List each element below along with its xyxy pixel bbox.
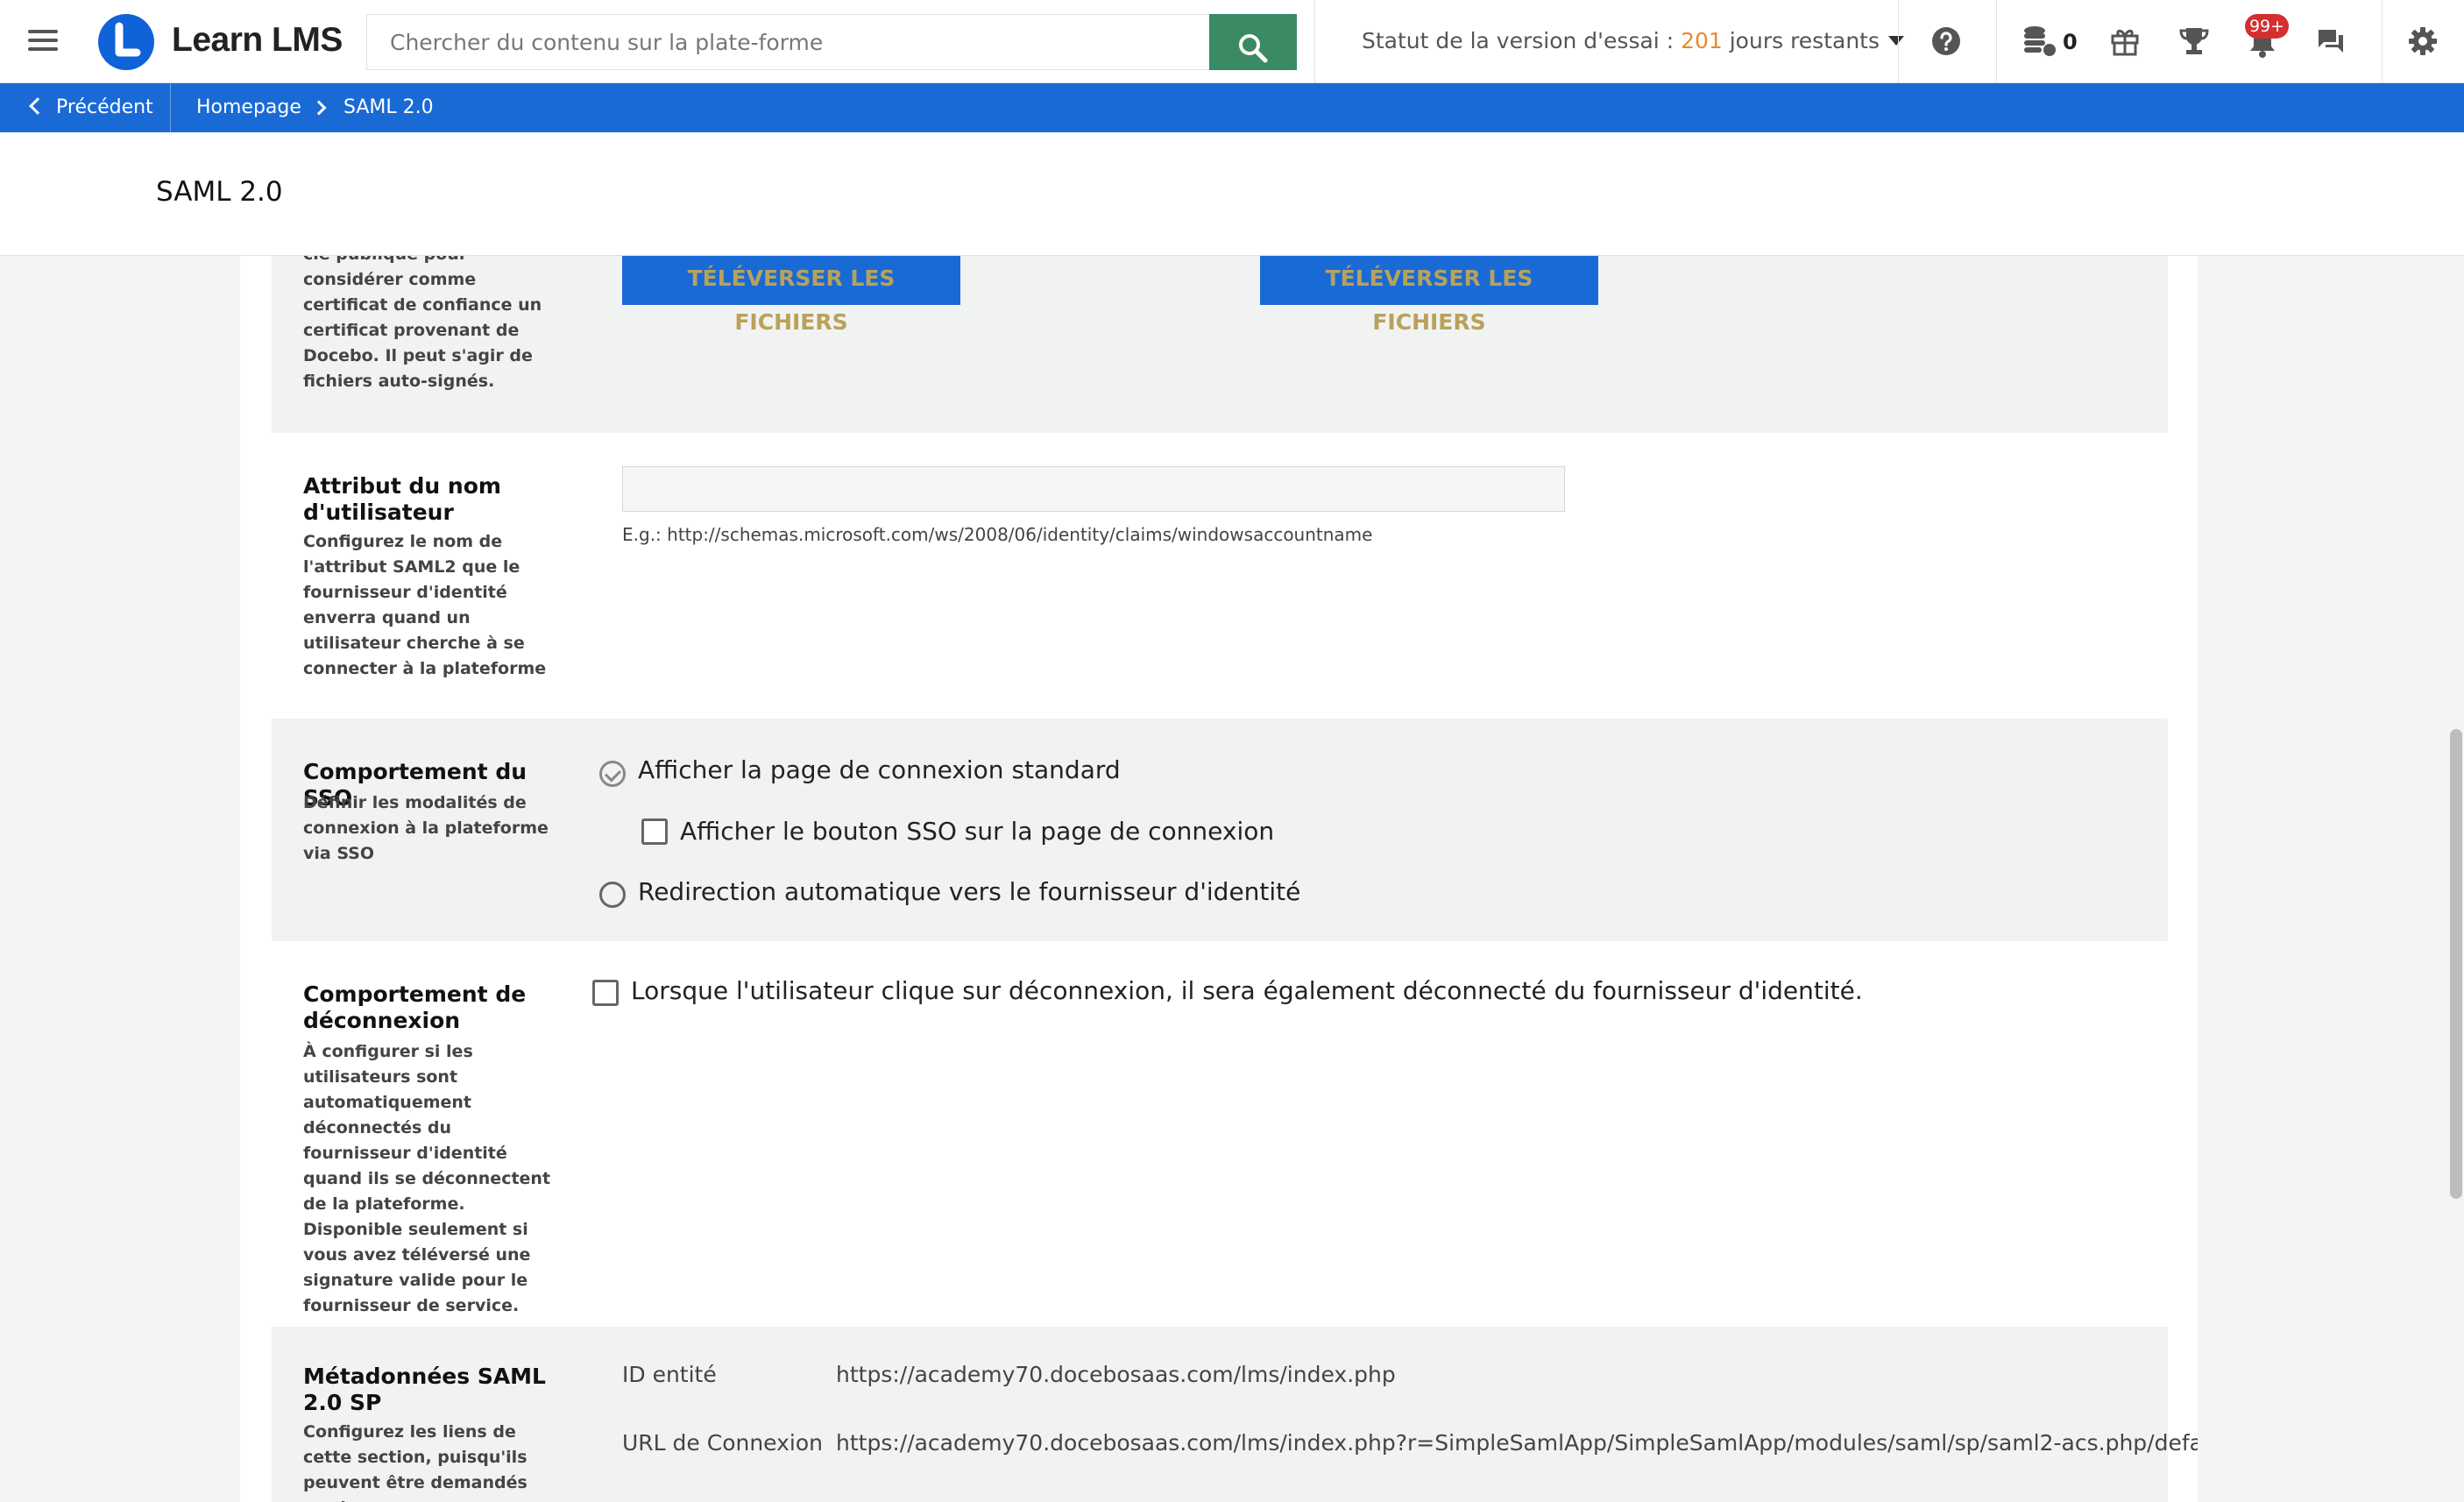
search-button[interactable]	[1209, 14, 1297, 70]
page-title: SAML 2.0	[156, 176, 283, 208]
option-auto-redirect-label[interactable]: Redirection automatique vers le fourniss…	[638, 877, 1300, 906]
upload-files-button[interactable]: TÉLÉVERSER LES FICHIERS	[622, 256, 960, 335]
gift-icon[interactable]	[2110, 26, 2140, 56]
radio-auto-redirect[interactable]	[599, 882, 626, 908]
trial-days: 201	[1681, 28, 1723, 53]
username-attribute-section: Attribut du nom d'utilisateur Configurez…	[272, 433, 2168, 719]
back-button[interactable]: Précédent	[29, 83, 153, 132]
top-header: Learn LMS Statut de la version d'essai :…	[0, 0, 2464, 83]
caret-down-icon	[1888, 36, 1904, 46]
logout-idp-label[interactable]: Lorsque l'utilisateur clique sur déconne…	[631, 976, 1863, 1005]
breadcrumb: Précédent Homepage SAML 2.0	[0, 83, 2464, 132]
option-standard-login-label[interactable]: Afficher la page de connexion standard	[638, 755, 1121, 784]
hamburger-icon[interactable]	[28, 25, 67, 58]
header-divider	[1314, 0, 1315, 82]
header-divider	[1898, 0, 1899, 82]
logo-icon[interactable]	[98, 14, 154, 70]
search-input[interactable]	[366, 14, 1209, 70]
trial-prefix: Statut de la version d'essai :	[1362, 28, 1682, 53]
trial-status[interactable]: Statut de la version d'essai : 201 jours…	[1362, 28, 1904, 53]
gear-icon[interactable]	[2408, 26, 2438, 56]
notifications-badge: 99+	[2245, 14, 2289, 39]
page-header: SAML 2.0	[0, 132, 2464, 256]
help-icon[interactable]	[1931, 26, 1961, 56]
coins-count: 0	[2063, 30, 2078, 54]
chevron-left-icon	[29, 97, 46, 115]
search-icon	[1239, 34, 1268, 63]
certificate-section: clé publique pour considérer comme certi…	[272, 256, 2168, 433]
header-divider	[1996, 0, 1997, 82]
username-attribute-description: Configurez le nom de l'attribut SAML2 qu…	[303, 532, 547, 678]
trial-suffix: jours restants	[1722, 28, 1880, 53]
header-divider	[2382, 0, 2383, 82]
sso-behavior-section: Comportement du SSO Définir les modalité…	[272, 719, 2168, 941]
saml-metadata-title: Métadonnées SAML 2.0 SP	[303, 1364, 546, 1415]
username-attribute-hint: E.g.: http://schemas.microsoft.com/ws/20…	[622, 524, 1373, 545]
scrollbar-thumb[interactable]	[2450, 729, 2462, 1199]
breadcrumb-home-link[interactable]: Homepage	[196, 83, 301, 132]
upload-files-button[interactable]: TÉLÉVERSER LES FICHIERS	[1260, 256, 1598, 335]
radio-standard-login[interactable]	[599, 761, 626, 787]
chat-icon[interactable]	[2317, 28, 2345, 54]
chevron-right-icon	[311, 100, 327, 116]
app-name: Learn LMS	[172, 21, 343, 59]
entity-id-label: ID entité	[622, 1362, 717, 1387]
logout-behavior-section: Comportement de déconnexion À configurer…	[272, 941, 2168, 1327]
checkbox-sso-button[interactable]	[641, 818, 668, 845]
coins-icon[interactable]	[2022, 25, 2057, 58]
option-sso-button-label[interactable]: Afficher le bouton SSO sur la page de co…	[680, 817, 1274, 846]
login-url-label: URL de Connexion	[622, 1430, 824, 1456]
logout-behavior-title: Comportement de déconnexion	[303, 981, 527, 1033]
sso-behavior-description: Définir les modalités de connexion à la …	[303, 793, 549, 863]
back-label: Précédent	[56, 96, 153, 118]
trophy-icon[interactable]	[2178, 26, 2210, 56]
entity-id-value: https://academy70.docebosaas.com/lms/ind…	[836, 1362, 1396, 1387]
saml-metadata-section: Métadonnées SAML 2.0 SP Configurez les l…	[272, 1327, 2198, 1502]
username-attribute-title: Attribut du nom d'utilisateur	[303, 473, 501, 525]
checkbox-logout-idp[interactable]	[592, 980, 619, 1006]
saml-metadata-description: Configurez les liens de cette section, p…	[303, 1422, 527, 1502]
login-url-value: https://academy70.docebosaas.com/lms/ind…	[836, 1430, 2198, 1456]
logout-behavior-description: À configurer si les utilisateurs sont au…	[303, 1042, 551, 1315]
certificate-description: clé publique pour considérer comme certi…	[303, 256, 542, 391]
username-attribute-input[interactable]	[622, 466, 1565, 512]
breadcrumb-divider	[170, 83, 171, 132]
breadcrumb-current: SAML 2.0	[343, 96, 434, 118]
settings-panel: clé publique pour considérer comme certi…	[240, 256, 2198, 1502]
